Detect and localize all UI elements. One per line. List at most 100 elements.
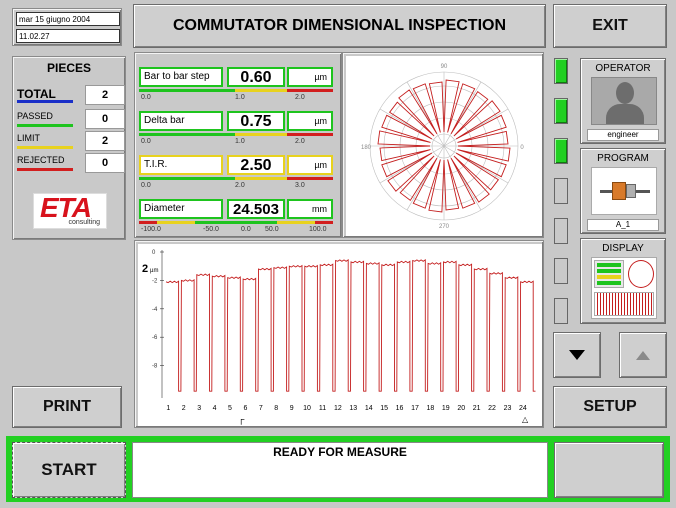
pieces-line (17, 146, 73, 149)
x-tick-label: 14 (365, 405, 373, 412)
display-preview-icon (591, 257, 657, 319)
x-tick-label: 18 (426, 405, 434, 412)
tolerance-bar-limit (235, 133, 287, 136)
measurement-name: Diameter (139, 199, 223, 219)
pieces-row-rejected: REJECTED 0 (17, 153, 127, 175)
scroll-down-button[interactable] (553, 332, 601, 378)
commutator-icon (591, 167, 657, 215)
tolerance-bar-reject (315, 221, 333, 224)
start-button[interactable]: START (12, 442, 126, 498)
measurement-bar-to-bar: Bar to bar step 0.60 µm 0.0 1.0 2.0 (139, 67, 333, 107)
status-led (554, 298, 568, 324)
x-tick-label: 3 (197, 405, 201, 412)
operator-avatar-icon (591, 77, 657, 125)
x-tick-label: 23 (504, 405, 512, 412)
pieces-value: 0 (85, 153, 125, 173)
polar-label-top: 90 (441, 64, 448, 70)
tick-label: 0.0 (141, 138, 151, 145)
exit-button[interactable]: EXIT (553, 4, 667, 48)
measurement-value: 24.503 (227, 199, 285, 219)
tolerance-bar-reject (287, 89, 333, 92)
title-bar: COMMUTATOR DIMENSIONAL INSPECTION (133, 4, 546, 48)
tick-label: -50.0 (203, 226, 219, 233)
x-tick-label: 13 (349, 405, 357, 412)
measurements-panel: Bar to bar step 0.60 µm 0.0 1.0 2.0 Delt… (134, 52, 342, 238)
x-tick-label: 6 (243, 405, 247, 412)
measurement-unit: µm (287, 155, 333, 175)
x-tick-label: 16 (396, 405, 404, 412)
page-title: COMMUTATOR DIMENSIONAL INSPECTION (172, 17, 507, 34)
tolerance-bar-ok (139, 177, 235, 180)
pieces-value: 0 (85, 109, 125, 129)
tolerance-bar-limit (235, 177, 287, 180)
pieces-line (17, 100, 73, 103)
pieces-value: 2 (85, 131, 125, 151)
setup-button[interactable]: SETUP (553, 386, 667, 428)
print-button[interactable]: PRINT (12, 386, 122, 428)
operator-name: engineer (587, 129, 659, 141)
profile-unit-suffix: µm (150, 268, 158, 274)
start-marker-icon: ┌ (238, 414, 245, 425)
scroll-up-button[interactable] (619, 332, 667, 378)
x-tick-label: 5 (228, 405, 232, 412)
pieces-label: PASSED (17, 111, 53, 121)
x-tick-label: 22 (488, 405, 496, 412)
measurement-unit: µm (287, 67, 333, 87)
profile-unit-label: 2 (142, 263, 148, 275)
triangle-down-icon (569, 350, 585, 360)
pieces-label: LIMIT (17, 133, 41, 143)
operator-title: OPERATOR (595, 63, 651, 74)
tick-label: -100.0 (141, 226, 161, 233)
measurement-name: T.I.R. (139, 155, 223, 175)
status-led (554, 218, 568, 244)
pieces-row-limit: LIMIT 2 (17, 131, 127, 153)
measurement-value: 2.50 (227, 155, 285, 175)
pieces-line (17, 168, 73, 171)
company-logo: ETA consulting (33, 192, 107, 229)
pieces-row-passed: PASSED 0 (17, 109, 127, 131)
tick-label: 2.0 (295, 94, 305, 101)
measurement-value: 0.60 (227, 67, 285, 87)
datetime-panel: mar 15 giugno 2004 11.02.27 (12, 8, 122, 46)
y-tick-label: -4 (152, 307, 158, 313)
measurement-value: 0.75 (227, 111, 285, 131)
operator-button[interactable]: OPERATOR engineer (580, 58, 666, 144)
end-marker-icon: △ (522, 415, 529, 424)
program-button[interactable]: PROGRAM A_1 (580, 148, 666, 234)
x-tick-label: 20 (457, 405, 465, 412)
tick-label: 0.0 (141, 94, 151, 101)
tick-label: 100.0 (309, 226, 327, 233)
measurement-unit: mm (287, 199, 333, 219)
time-field: 11.02.27 (16, 29, 120, 43)
x-tick-label: 7 (259, 405, 263, 412)
status-led (554, 138, 568, 164)
tolerance-bar-reject (287, 133, 333, 136)
measurement-tir: T.I.R. 2.50 µm 0.0 2.0 3.0 (139, 155, 333, 195)
x-tick-label: 10 (303, 405, 311, 412)
profile-chart-panel: 0 -2 -4 -6 -8 1 2 3 4 5 6 7 8 9 10 11 12 13 14 15 16 17 18 19 20… (134, 240, 544, 428)
logo-subtext: consulting (68, 219, 100, 226)
x-tick-label: 11 (319, 405, 326, 412)
tick-label: 1.0 (235, 94, 245, 101)
measurement-diameter: Diameter 24.503 mm -100.0 -50.0 0.0 50.0… (139, 199, 333, 239)
x-tick-label: 8 (274, 405, 278, 412)
x-tick-label: 24 (519, 405, 527, 412)
tick-label: 1.0 (235, 138, 245, 145)
x-tick-label: 19 (442, 405, 450, 412)
tick-label: 50.0 (265, 226, 279, 233)
tolerance-bar-ok (195, 221, 277, 224)
tick-label: 2.0 (295, 138, 305, 145)
tick-label: 3.0 (295, 182, 305, 189)
x-tick-label: 4 (213, 405, 217, 412)
program-name: A_1 (587, 219, 659, 231)
tolerance-bar-reject (287, 177, 333, 180)
display-button[interactable]: DISPLAY (580, 238, 666, 324)
pieces-row-total: TOTAL 2 (17, 85, 127, 107)
polar-label-left: 180 (361, 145, 372, 151)
x-tick-label: 17 (411, 405, 419, 412)
x-tick-label: 1 (166, 405, 170, 412)
bottom-status-bar: START READY FOR MEASURE (6, 436, 670, 502)
x-tick-label: 9 (290, 405, 294, 412)
status-message-box: READY FOR MEASURE (132, 442, 548, 498)
status-led (554, 258, 568, 284)
